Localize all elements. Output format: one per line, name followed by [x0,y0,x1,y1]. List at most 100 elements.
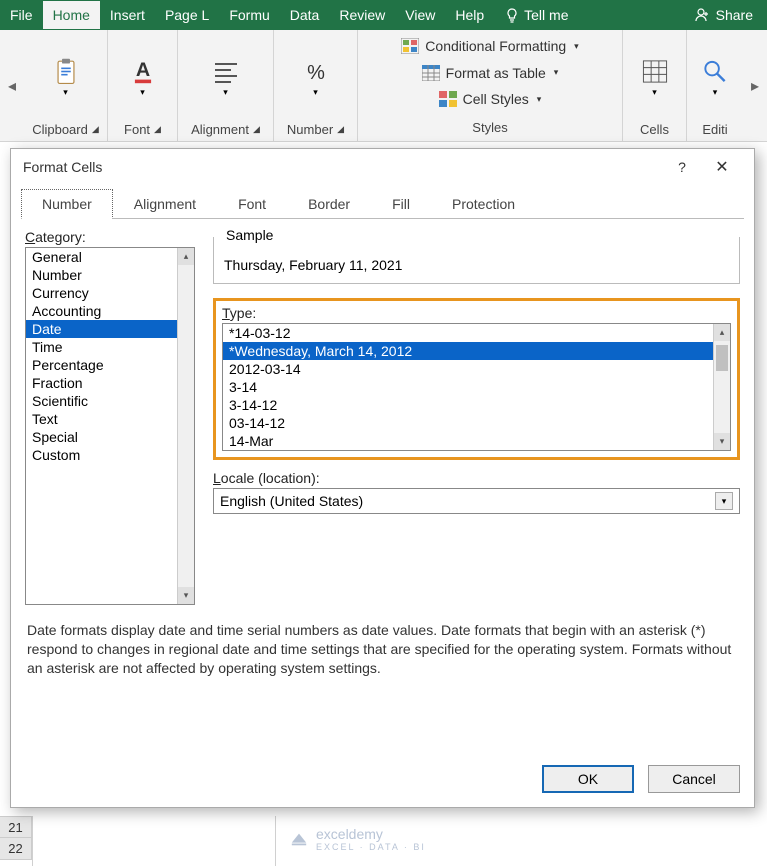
watermark-icon [290,830,308,848]
tell-me-label: Tell me [524,7,568,23]
dlg-tab-protection[interactable]: Protection [431,189,536,219]
chevron-down-icon: ▾ [554,67,559,78]
cellstyles-icon [439,91,457,107]
conditional-formatting-button[interactable]: Conditional Formatting ▾ [397,36,582,56]
tab-insert[interactable]: Insert [100,1,155,29]
type-highlight-frame: Type: *14-03-12 *Wednesday, March 14, 20… [213,298,740,460]
dialog-title: Format Cells [23,159,662,175]
tab-review[interactable]: Review [329,1,395,29]
tab-data[interactable]: Data [280,1,330,29]
type-item[interactable]: 14-Mar [223,432,730,450]
scrollbar[interactable]: ▴ ▾ [177,248,194,604]
tab-help[interactable]: Help [445,1,494,29]
tell-me[interactable]: Tell me [494,7,578,23]
sample-value: Thursday, February 11, 2021 [224,257,729,273]
dialog-launcher-icon[interactable]: ◢ [154,124,161,135]
category-item[interactable]: Scientific [26,392,194,410]
dlg-tab-number[interactable]: Number [21,189,113,219]
dialog-tabs: Number Alignment Font Border Fill Protec… [11,185,754,219]
type-item[interactable]: 3-14 [223,378,730,396]
type-item[interactable]: 03-14-12 [223,414,730,432]
tab-formulas[interactable]: Formu [219,1,279,29]
format-cells-dialog: Format Cells ? ✕ Number Alignment Font B… [10,148,755,808]
watermark: exceldemy EXCEL · DATA · BI [290,826,426,852]
row-header[interactable]: 22 [0,838,32,860]
tab-page-layout[interactable]: Page L [155,1,219,29]
dlg-tab-fill[interactable]: Fill [371,189,431,219]
dialog-titlebar[interactable]: Format Cells ? ✕ [11,149,754,185]
type-list[interactable]: *14-03-12 *Wednesday, March 14, 2012 201… [222,323,731,451]
category-item[interactable]: Currency [26,284,194,302]
category-item[interactable]: Number [26,266,194,284]
group-number: % ▾ Number◢ [274,30,358,141]
group-alignment: ▾ Alignment◢ [178,30,274,141]
cancel-button[interactable]: Cancel [648,765,740,793]
chevron-down-icon: ▾ [713,87,718,98]
scroll-down-icon[interactable]: ▾ [714,433,730,450]
close-button[interactable]: ✕ [702,157,742,177]
dlg-tab-font[interactable]: Font [217,189,287,219]
font-button[interactable]: A ▾ [125,58,161,98]
scroll-thumb[interactable] [716,345,728,371]
tab-home[interactable]: Home [43,1,100,29]
locale-value: English (United States) [220,493,715,509]
dlg-tab-alignment[interactable]: Alignment [113,189,217,219]
group-cells: ▾ Cells [623,30,687,141]
share-button[interactable]: Share [680,7,767,23]
locale-label: Locale (location): [213,470,740,486]
locale-select[interactable]: English (United States) ▾ [213,488,740,514]
category-list[interactable]: General Number Currency Accounting Date … [25,247,195,605]
cond-format-icon [401,38,419,54]
paste-button[interactable]: ▾ [48,58,84,98]
cell-styles-button[interactable]: Cell Styles ▾ [435,89,546,109]
find-button[interactable]: ▾ [697,58,733,98]
tab-file[interactable]: File [0,1,43,29]
category-item[interactable]: Time [26,338,194,356]
cells-button[interactable]: ▾ [637,58,673,98]
scroll-up-icon[interactable]: ▴ [714,324,730,341]
dialog-launcher-icon[interactable]: ◢ [92,124,99,135]
category-item[interactable]: Special [26,428,194,446]
alignment-button[interactable]: ▾ [208,58,244,98]
ribbon-scroll-left[interactable]: ◂ [0,30,24,141]
chevron-down-icon[interactable]: ▾ [715,492,733,510]
format-table-label: Format as Table [446,65,546,81]
person-icon [694,7,710,23]
category-item[interactable]: Percentage [26,356,194,374]
category-item-selected[interactable]: Date [26,320,194,338]
scroll-up-icon[interactable]: ▴ [178,248,194,265]
category-item[interactable]: Accounting [26,302,194,320]
sample-box: Sample Thursday, February 11, 2021 [213,237,740,284]
type-item-selected[interactable]: *Wednesday, March 14, 2012 [223,342,730,360]
dialog-launcher-icon[interactable]: ◢ [337,124,344,135]
cells-icon [640,58,670,85]
help-button[interactable]: ? [662,159,702,175]
type-item[interactable]: 3-14-12 [223,396,730,414]
clipboard-icon [51,58,81,85]
chevron-down-icon: ▾ [574,41,579,52]
ribbon-scroll-right[interactable]: ▸ [743,30,767,141]
font-icon: A [128,58,158,85]
tab-view[interactable]: View [395,1,445,29]
scroll-down-icon[interactable]: ▾ [178,587,194,604]
category-item[interactable]: General [26,248,194,266]
group-label: Cells [640,122,669,137]
svg-text:%: % [307,62,325,84]
category-item[interactable]: Fraction [26,374,194,392]
category-item[interactable]: Text [26,410,194,428]
dialog-launcher-icon[interactable]: ◢ [253,124,260,135]
group-label: Clipboard [32,122,88,137]
type-item[interactable]: *14-03-12 [223,324,730,342]
group-clipboard: ▾ Clipboard ◢ [24,30,108,141]
row-header[interactable]: 21 [0,816,32,838]
category-item[interactable]: Custom [26,446,194,464]
ok-button[interactable]: OK [542,765,634,793]
scrollbar[interactable]: ▴ ▾ [713,324,730,450]
group-label: Font [124,122,150,137]
group-styles: Conditional Formatting ▾ Format as Table… [358,30,623,141]
description-text: Date formats display date and time seria… [11,615,754,684]
format-as-table-button[interactable]: Format as Table ▾ [418,63,563,83]
type-item[interactable]: 2012-03-14 [223,360,730,378]
number-button[interactable]: % ▾ [298,58,334,98]
dlg-tab-border[interactable]: Border [287,189,371,219]
